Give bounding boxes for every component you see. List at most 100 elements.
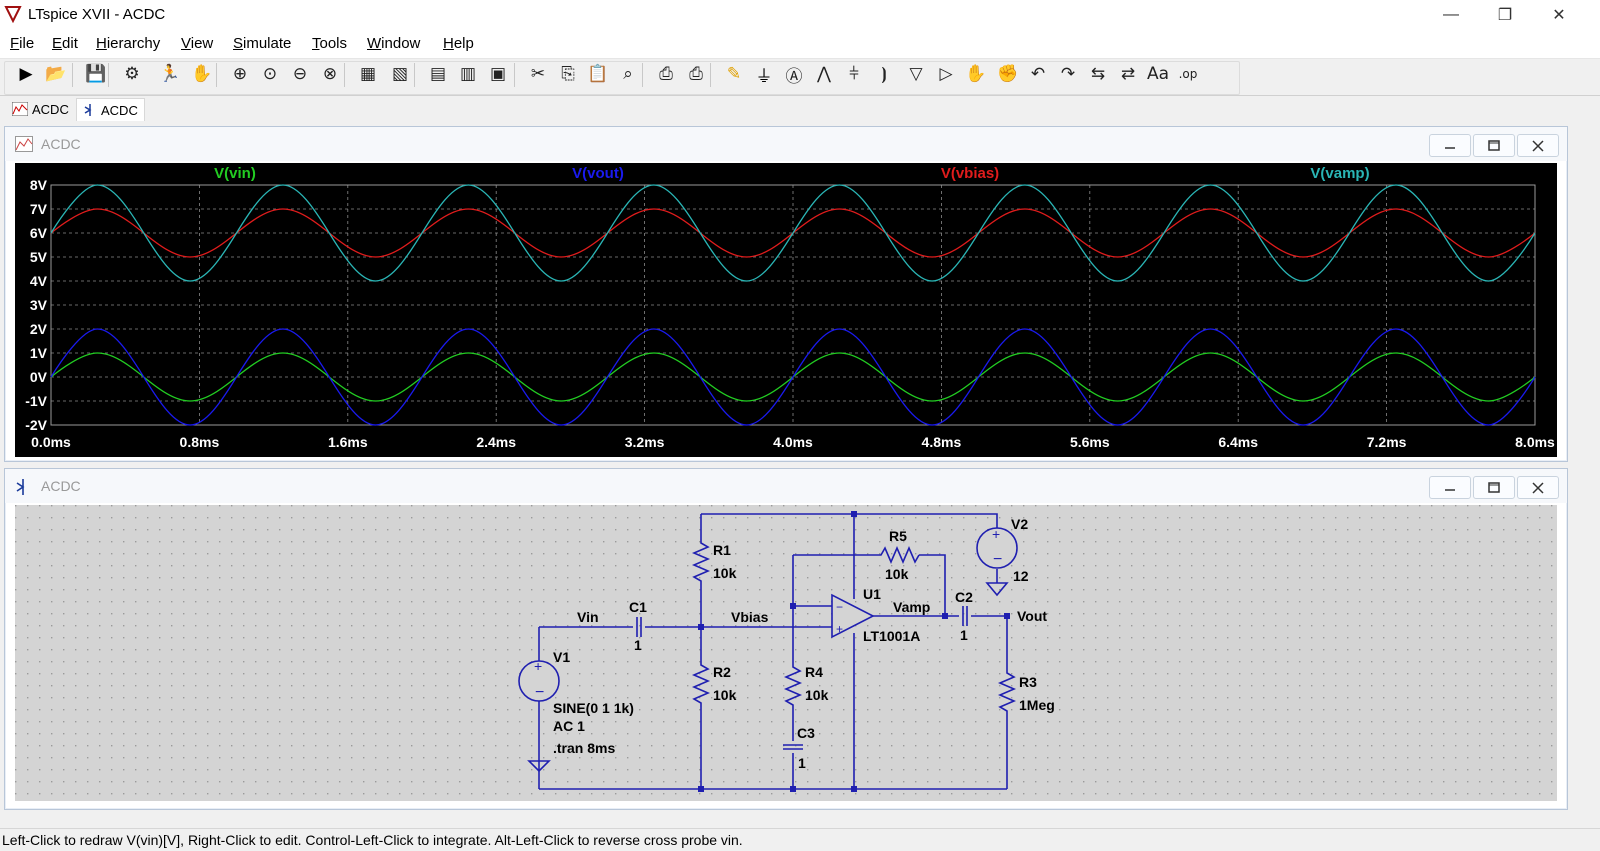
spice-directive-icon[interactable]: .op [1176,62,1200,86]
print-preview-icon[interactable]: ⎙ [654,62,678,86]
value-r5[interactable]: 10k [885,566,909,582]
text-icon[interactable]: Aa [1146,62,1170,86]
inductor-icon[interactable]: ⦘ [872,62,896,86]
y-tick-label: 1V [30,345,48,361]
resistor-icon[interactable]: ⋀ [812,62,836,86]
copy-icon[interactable]: ⎘ [556,62,580,86]
zoom-area-icon[interactable]: ⊙ [258,62,282,86]
schematic-minimize-button[interactable] [1429,476,1471,499]
value-c3[interactable]: 1 [798,755,806,771]
component-icon[interactable]: ▷ [934,62,958,86]
label-r2[interactable]: R2 [713,664,731,680]
tab-waveform-acdc[interactable]: ACDC [6,98,75,120]
x-tick-label: 4.0ms [773,434,813,450]
schematic-close-button[interactable] [1517,476,1559,499]
autorange-icon[interactable]: ▦ [356,62,380,86]
y-tick-label: 8V [30,177,48,193]
open-icon[interactable]: 📂 [44,62,68,86]
spice-directive-tran[interactable]: .tran 8ms [553,740,615,756]
menu-hierarchy[interactable]: Hierarchy [96,35,160,52]
label-c1[interactable]: C1 [629,599,647,615]
redo-icon[interactable]: ↷ [1056,62,1080,86]
value-c2[interactable]: 1 [960,627,968,643]
status-text: Left-Click to redraw V(vin)[V], Right-Cl… [2,832,743,848]
schematic-maximize-button[interactable] [1473,476,1515,499]
label-u1[interactable]: U1 [863,586,881,602]
waveform-window-titlebar[interactable]: ACDC [5,127,1567,161]
label-r4[interactable]: R4 [805,664,823,680]
tab-label: ACDC [32,101,69,117]
draw-wire-icon[interactable]: ✎ [722,62,746,86]
run-icon[interactable]: ▶ [14,62,38,86]
menu-edit[interactable]: Edit [52,35,78,52]
tab-schematic-acdc[interactable]: ACDC [76,98,145,121]
net-label-vin[interactable]: Vin [577,609,599,625]
label-v1[interactable]: V1 [553,649,570,665]
label-r1[interactable]: R1 [713,542,731,558]
paste-icon[interactable]: 📋 [586,62,610,86]
menu-simulate[interactable]: Simulate [233,35,291,52]
label-c2[interactable]: C2 [955,589,973,605]
diode-icon[interactable]: ▽ [904,62,928,86]
value-r1[interactable]: 10k [713,565,737,581]
value-v1-sine[interactable]: SINE(0 1 1k) [553,700,634,716]
grid-icon[interactable]: ▧ [388,62,412,86]
zoom-cancel-icon[interactable]: ⊗ [318,62,342,86]
waveform-minimize-button[interactable] [1429,134,1471,157]
legend-vvamp[interactable]: V(vamp) [1310,165,1369,182]
waveform-close-button[interactable] [1517,134,1559,157]
label-v2[interactable]: V2 [1011,516,1028,532]
rotate-icon[interactable]: ⇆ [1086,62,1110,86]
net-label-vout[interactable]: Vout [1017,608,1047,624]
menu-view[interactable]: View [181,35,213,52]
value-r3[interactable]: 1Meg [1019,697,1055,713]
waveform-plot[interactable]: 0.0ms 0.8ms 1.6ms 2.4ms 3.2ms 4.0ms 4.8ms 5.6ms… [15,163,1557,457]
value-r4[interactable]: 10k [805,687,829,703]
label-c3[interactable]: C3 [797,725,815,741]
menu-tools[interactable]: Tools [312,35,347,52]
waveform-window-title: ACDC [41,136,81,152]
print-icon[interactable]: ⎙ [684,62,708,86]
label-r3[interactable]: R3 [1019,674,1037,690]
minimize-button[interactable]: — [1428,0,1474,30]
cut-icon[interactable]: ✂ [526,62,550,86]
undo-icon[interactable]: ↶ [1026,62,1050,86]
drag-icon[interactable]: ✊ [996,62,1020,86]
legend-vvin[interactable]: V(vin) [214,165,256,182]
schematic-canvas[interactable]: + − + − − + R1 10k R2 10k R4 10k R3 1Meg… [15,505,1557,801]
value-c1[interactable]: 1 [634,637,642,653]
zoom-out-icon[interactable]: ⊖ [288,62,312,86]
label-r5[interactable]: R5 [889,528,907,544]
waveform-window-icon [15,136,33,152]
tile-horizontal-icon[interactable]: ▤ [426,62,450,86]
halt-icon[interactable]: 🏃 [158,62,182,86]
net-label-vamp[interactable]: Vamp [893,599,930,615]
legend-vvbias[interactable]: V(vbias) [941,165,999,182]
value-u1[interactable]: LT1001A [863,628,920,644]
net-label-vbias[interactable]: Vbias [731,609,769,625]
menu-help[interactable]: Help [443,35,474,52]
value-v2[interactable]: 12 [1013,568,1029,584]
ground-icon[interactable]: ⏚ [752,62,776,87]
value-r2[interactable]: 10k [713,687,737,703]
pan-icon[interactable]: ✋ [190,62,214,86]
capacitor-icon[interactable]: ⫩ [842,62,866,86]
close-button[interactable]: ✕ [1536,0,1582,30]
cascade-icon[interactable]: ▥ [456,62,480,86]
menu-file[interactable]: File [10,35,34,52]
value-v1-ac[interactable]: AC 1 [553,718,585,734]
legend-vvout[interactable]: V(vout) [572,165,624,182]
control-panel-icon[interactable]: ⚙ [120,62,144,86]
save-icon[interactable]: 💾 [84,62,108,86]
label-net-icon[interactable]: Ⓐ [782,62,806,87]
mirror-icon[interactable]: ⇄ [1116,62,1140,86]
find-icon[interactable]: ⌕ [616,62,640,86]
waveform-maximize-button[interactable] [1473,134,1515,157]
menu-window[interactable]: Window [367,35,420,52]
tile-vertical-icon[interactable]: ▣ [486,62,510,86]
ltspice-app-icon[interactable] [4,5,22,23]
schematic-window-titlebar[interactable]: ACDC [5,469,1567,503]
zoom-in-icon[interactable]: ⊕ [228,62,252,86]
move-icon[interactable]: ✋ [964,62,988,86]
restore-button[interactable]: ❐ [1482,0,1528,30]
